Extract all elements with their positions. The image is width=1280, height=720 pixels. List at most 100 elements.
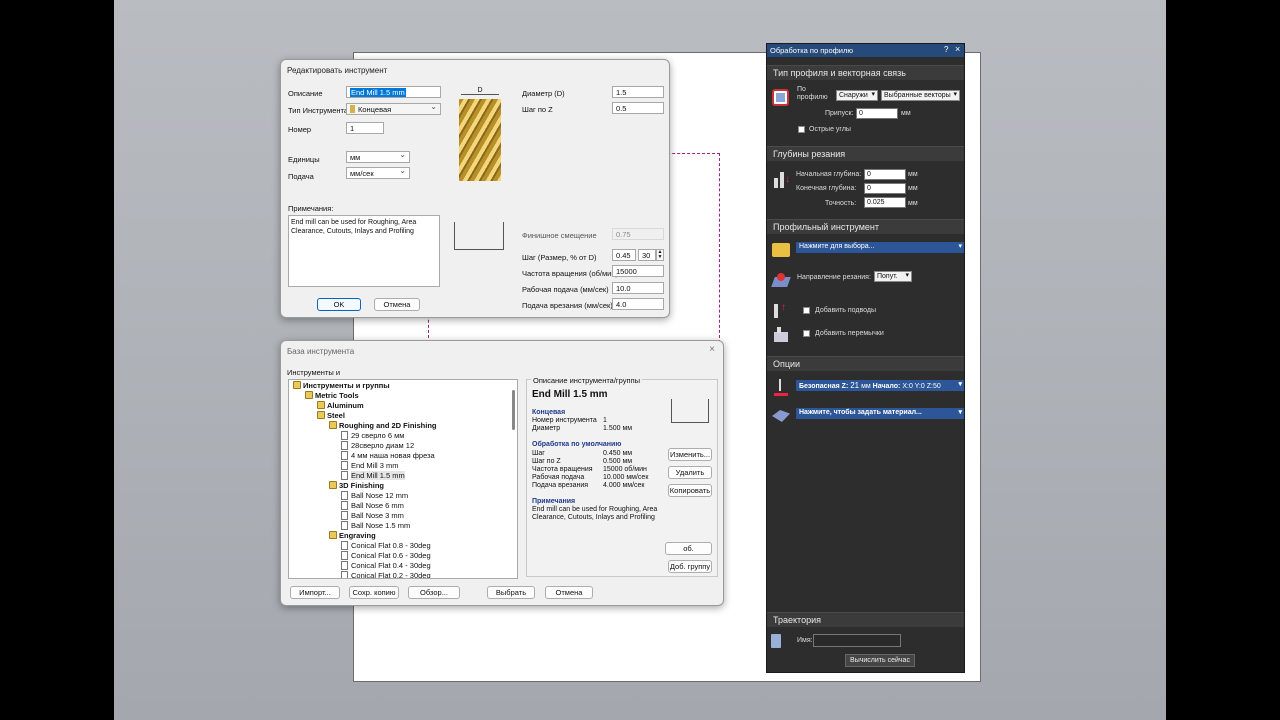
add-tool-button[interactable]: об. инструмен [665,542,712,555]
folder-icon [305,391,313,399]
feedrate-input[interactable]: 10.0 [612,282,664,294]
stepdown-label: Шаг по Z [522,105,553,114]
tree-tool-item[interactable]: 4 мм наша новая фреза [341,451,435,460]
name-label: Имя: [797,637,813,644]
browse-button[interactable]: Обзор... [408,586,460,599]
safe-z-dropdown[interactable]: Безопасная Z: 21 мм Начало: X:0 Y:0 Z:50 [796,380,964,391]
plunge-input[interactable]: 4.0 [612,298,664,310]
spindle-input[interactable]: 15000 [612,265,664,277]
end-depth-label: Конечная глубина: [796,185,857,192]
tree-tool-item[interactable]: Conical Flat 0.6 - 30deg [341,551,431,560]
tool-icon [341,461,348,470]
notes-textarea[interactable]: End mill can be used for Roughing, Area … [288,215,440,287]
tree-tool-item[interactable]: End Mill 3 mm [341,461,399,470]
sharp-corners-checkbox[interactable] [798,126,805,133]
units-select[interactable]: мм [346,150,410,163]
tree-tool-item[interactable]: Ball Nose 12 mm [341,491,408,500]
prop-value: 0.450 мм [603,450,633,457]
add-group-button[interactable]: Доб. группу [668,560,712,573]
start-depth-label: Начальная глубина: [796,171,862,178]
tree-group[interactable]: 3D Finishing [329,481,384,490]
select-button[interactable]: Выбрать [487,586,535,599]
tree-item-label: Metric Tools [315,391,359,400]
tree-item-label: Aluminum [327,401,364,410]
end-depth-input[interactable]: 0 [864,183,906,194]
close-icon[interactable]: × [955,44,960,54]
tree-tool-item[interactable]: 28сверло диам 12 [341,441,414,450]
tree-tool-item[interactable]: Ball Nose 6 mm [341,501,404,510]
description-input[interactable]: End Mill 1.5 mm [346,86,441,98]
tree-tool-item[interactable]: 29 сверло 6 мм [341,431,404,440]
diameter-input[interactable]: 1.5 [612,86,664,98]
tree-tool-item[interactable]: Conical Flat 0.4 - 30deg [341,561,431,570]
start-depth-unit: мм [908,171,918,178]
desc-group-label: Описание инструмента/группы [531,376,643,385]
help-icon[interactable]: ? [944,45,948,54]
tool-type-select[interactable]: Концевая [346,102,441,115]
plunge-label: Подача врезания (мм/сек) [522,301,613,310]
stepover-percent-input[interactable]: 30 [638,249,656,261]
tree-group[interactable]: Roughing and 2D Finishing [329,421,437,430]
feedrate-label: Рабочая подача (мм/сек) [522,285,609,294]
tool-tree[interactable]: Инструменты и группы Metric Tools Aluminum… [288,379,518,579]
close-icon[interactable]: × [709,344,715,355]
allowance-input[interactable]: 0 [856,108,898,119]
ok-button[interactable]: OK [317,298,361,311]
add-tabs-checkbox[interactable] [803,330,810,337]
tool-folder-icon[interactable] [772,243,790,257]
toolpath-name-input[interactable] [813,634,901,647]
number-input[interactable]: 1 [346,122,384,134]
material-setup-dropdown[interactable]: Нажмите, чтобы задать материал... [796,408,964,419]
edit-button[interactable]: Изменить... [668,448,712,461]
tree-scrollbar[interactable] [512,390,515,430]
import-button[interactable]: Импорт... [290,586,340,599]
panel-title: Обработка по профилю [767,44,964,57]
tool-icon [341,511,348,520]
tree-group[interactable]: Aluminum [317,401,364,410]
section-cut-depths: Глубины резания [767,146,964,161]
stepover-spinner[interactable]: ▲ ▼ [656,249,664,261]
finish-offset-label: Финишное смещение [522,231,597,240]
tree-tool-item[interactable]: End Mill 1.5 mm [341,471,405,480]
allowance-label: Припуск: [825,110,854,117]
start-depth-input[interactable]: 0 [864,169,906,180]
direction-select[interactable]: Попут. [874,271,912,282]
feed-units-label: Подача [288,172,314,181]
tree-group[interactable]: Engraving [329,531,376,540]
prop-key: Подача врезания [532,482,589,489]
tree-tool-item[interactable]: Conical Flat 0.8 - 30deg [341,541,431,550]
add-ramps-checkbox[interactable] [803,307,810,314]
select-tool-dropdown[interactable]: Нажмите для выбора... [796,242,964,253]
feed-units-select[interactable]: мм/сек [346,166,410,179]
vectors-select[interactable]: Выбранные векторы [881,90,960,101]
tree-item-label: 28сверло диам 12 [351,441,415,450]
profile-label: По профилю [797,86,828,101]
diameter-key: Диаметр [532,425,561,432]
tool-icon [341,501,348,510]
tolerance-input[interactable]: 0.025 [864,197,906,208]
delete-button[interactable]: Удалить [668,466,712,479]
finish-offset-input[interactable]: 0.75 [612,228,664,240]
cancel-button[interactable]: Отмена [545,586,593,599]
tree-group[interactable]: Metric Tools [305,391,359,400]
section-profile-type: Тип профиля и векторная связь [767,65,964,80]
tool-icon [341,431,348,440]
type-heading: Концевая [532,409,566,416]
profile-type-icon[interactable] [772,89,789,106]
tree-tool-item[interactable]: Ball Nose 1.5 mm [341,521,410,530]
stepover-input[interactable]: 0.45 [612,249,636,261]
tree-tool-item[interactable]: Ball Nose 3 mm [341,511,404,520]
copy-button[interactable]: Копировать [668,484,712,497]
save-copy-button[interactable]: Сохр. копию [349,586,399,599]
prop-key: Шаг [532,450,545,457]
tree-group[interactable]: Инструменты и группы [293,381,390,390]
stepdown-input[interactable]: 0.5 [612,102,664,114]
outside-select[interactable]: Снаружи [836,90,878,101]
tree-item-label: Ball Nose 12 mm [351,491,409,500]
tree-tool-item[interactable]: Conical Flat 0.2 - 30deg [341,571,431,578]
spindle-label: Частота вращения (об/мин) [522,269,618,278]
tree-group[interactable]: Steel [317,411,345,420]
cancel-button[interactable]: Отмена [374,298,420,311]
calculate-now-button[interactable]: Вычислить сейчас [845,654,915,667]
add-ramps-label: Добавить подводы [815,307,876,314]
